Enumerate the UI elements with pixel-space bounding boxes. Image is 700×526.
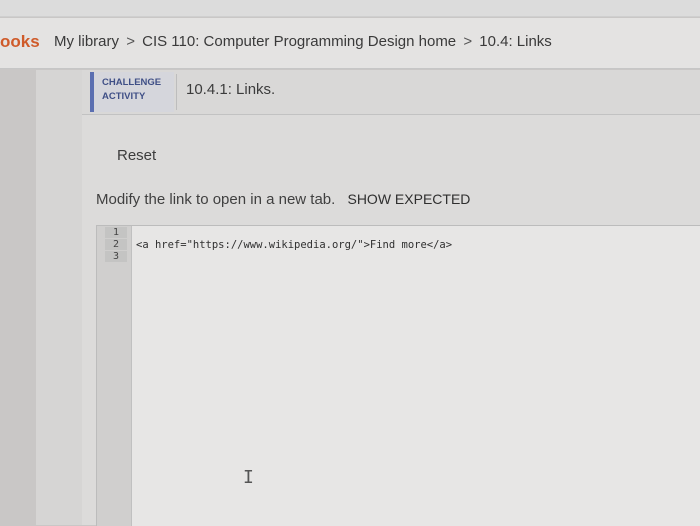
code-editor[interactable]: 1 2 3 <a href="https://www.wikipedia.org… bbox=[96, 225, 700, 526]
line-number-gutter: 1 2 3 bbox=[97, 226, 132, 526]
breadcrumb-separator: > bbox=[126, 33, 135, 50]
challenge-activity-badge: CHALLENGE ACTIVITY bbox=[90, 72, 174, 112]
challenge-label: CHALLENGE bbox=[102, 77, 162, 88]
brand-logo[interactable]: ooks bbox=[0, 32, 40, 52]
reset-button[interactable]: Reset bbox=[117, 147, 156, 164]
breadcrumb-section[interactable]: 10.4: Links bbox=[479, 33, 552, 50]
code-line[interactable]: <a href="https://www.wikipedia.org/">Fin… bbox=[136, 239, 452, 251]
browser-top-strip bbox=[0, 0, 700, 17]
breadcrumb-my-library[interactable]: My library bbox=[54, 33, 119, 50]
text-cursor-icon: I bbox=[243, 467, 254, 488]
left-rail bbox=[36, 70, 83, 525]
breadcrumb-course-home[interactable]: CIS 110: Computer Programming Design hom… bbox=[142, 33, 456, 50]
show-expected-button[interactable]: SHOW EXPECTED bbox=[347, 191, 470, 207]
header-divider bbox=[176, 74, 177, 110]
instruction-label: Modify the link to open in a new tab. bbox=[96, 191, 336, 208]
activity-header: CHALLENGE ACTIVITY 10.4.1: Links. bbox=[82, 70, 700, 115]
line-number: 2 bbox=[105, 239, 127, 250]
activity-label: ACTIVITY bbox=[102, 91, 146, 102]
site-header: ooks My library > CIS 110: Computer Prog… bbox=[0, 18, 700, 69]
breadcrumb: My library > CIS 110: Computer Programmi… bbox=[54, 33, 552, 50]
instruction-text: Modify the link to open in a new tab. SH… bbox=[96, 191, 470, 208]
activity-title: 10.4.1: Links. bbox=[186, 81, 276, 98]
code-text-area[interactable]: <a href="https://www.wikipedia.org/">Fin… bbox=[133, 226, 700, 526]
line-number: 3 bbox=[105, 251, 127, 262]
line-number: 1 bbox=[105, 227, 127, 238]
breadcrumb-separator: > bbox=[463, 33, 473, 50]
